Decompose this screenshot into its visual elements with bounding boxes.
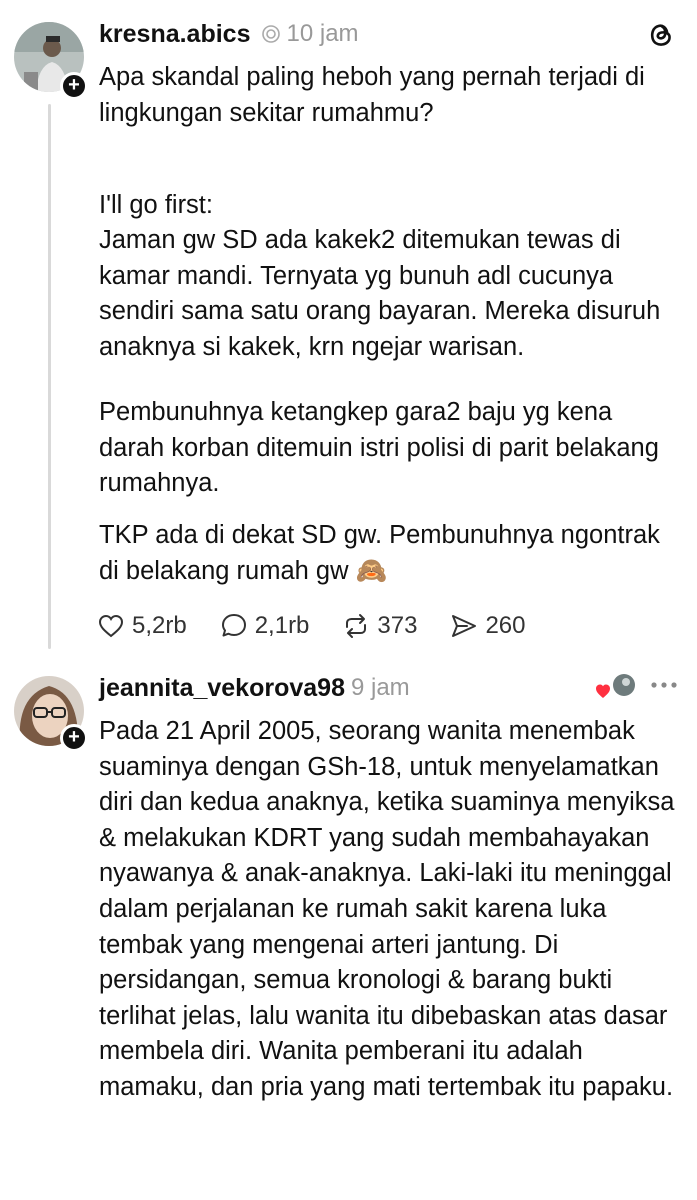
post-text: Pada 21 April 2005, seorang wanita menem…	[99, 717, 675, 1101]
timestamp: 9 jam	[350, 674, 410, 701]
comment-icon	[221, 614, 246, 637]
timestamp: 10 jam	[286, 20, 359, 47]
share-button[interactable]: 260	[449, 611, 526, 641]
heart-icon	[596, 684, 610, 698]
follow-plus-button[interactable]: +	[60, 724, 88, 752]
more-icon	[651, 682, 677, 688]
reply-count: 2,1rb	[254, 612, 310, 639]
like-count: 5,2rb	[132, 612, 187, 639]
post-text: I'll go first: Jaman gw SD ada kakek2 di…	[99, 190, 661, 361]
repost-button[interactable]: 373	[341, 611, 417, 641]
share-count: 260	[485, 612, 526, 639]
post-header: jeannita_vekorova98 9 jam	[99, 670, 410, 706]
thread-line	[48, 104, 51, 649]
follow-plus-button[interactable]: +	[60, 72, 88, 100]
repost-icon	[346, 614, 367, 638]
post-text: TKP ada di dekat SD gw. Pembunuhnya ngon…	[99, 521, 660, 585]
username[interactable]: kresna.abics	[99, 20, 251, 49]
post-paragraph: Pada 21 April 2005, seorang wanita menem…	[99, 714, 684, 1106]
action-bar: 5,2rb 2,1rb 373 260	[96, 606, 558, 646]
send-icon	[452, 615, 477, 637]
post-text: Pembunuhnya ketangkep gara2 baju yg kena…	[99, 398, 659, 498]
like-button[interactable]: 5,2rb	[96, 611, 187, 641]
post-header: kresna.abics 10 jam	[99, 16, 359, 52]
more-button[interactable]	[646, 670, 682, 700]
heart-icon	[98, 614, 124, 638]
threads-badge-icon	[261, 25, 280, 43]
repost-count: 373	[377, 612, 418, 639]
post-paragraph-3: Pembunuhnya ketangkep gara2 baju yg kena…	[99, 395, 684, 502]
threads-logo-icon[interactable]	[645, 18, 677, 50]
post-paragraph-4: TKP ada di dekat SD gw. Pembunuhnya ngon…	[99, 518, 684, 589]
username[interactable]: jeannita_vekorova98	[99, 674, 345, 703]
reply-button[interactable]: 2,1rb	[219, 611, 310, 641]
liked-by-indicator[interactable]	[596, 672, 640, 702]
post-paragraph-1: Apa skandal paling heboh yang pernah ter…	[99, 60, 684, 131]
post-paragraph-2: I'll go first: Jaman gw SD ada kakek2 di…	[99, 152, 684, 401]
post-text: Apa skandal paling heboh yang pernah ter…	[99, 63, 645, 127]
